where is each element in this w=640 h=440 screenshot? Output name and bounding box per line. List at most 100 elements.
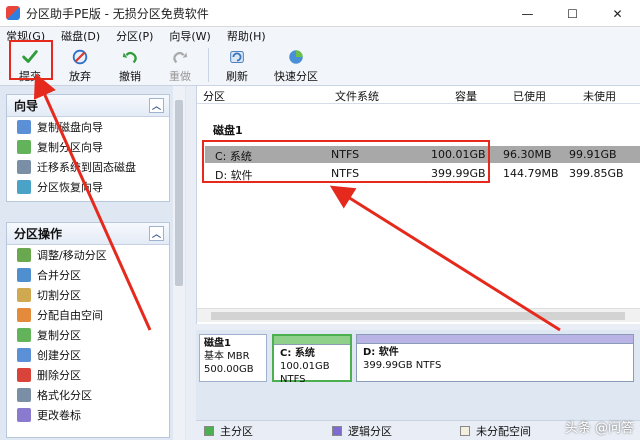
- col-partition[interactable]: 分区: [203, 88, 225, 104]
- wizard-item-label: 迁移系统到固态磁盘: [37, 161, 136, 174]
- collapse-icon[interactable]: ︿: [149, 98, 164, 113]
- legend-unallocated: 未分配空间: [452, 423, 580, 439]
- copy-disk-icon: [17, 120, 31, 134]
- close-button[interactable]: ✕: [595, 0, 640, 27]
- sidebar-scroll-thumb[interactable]: [175, 100, 183, 286]
- wizard-recover-partition[interactable]: 分区恢复向导: [7, 177, 169, 197]
- menu-disk[interactable]: 磁盘(D): [61, 28, 100, 44]
- discard-icon: [72, 49, 88, 65]
- redo-label: 重做: [169, 70, 191, 83]
- app-logo-icon: [6, 6, 20, 20]
- menu-partition[interactable]: 分区(P): [116, 28, 153, 44]
- merge-icon: [17, 268, 31, 282]
- disk-map-size: 500.00GB: [204, 364, 254, 375]
- col-free[interactable]: 未使用: [583, 88, 616, 104]
- submit-highlight-box: [9, 40, 53, 80]
- refresh-icon: [230, 51, 244, 63]
- partition-rows-highlight-box: [202, 140, 490, 183]
- partition-usage-bar: [357, 335, 633, 344]
- op-merge[interactable]: 合并分区: [7, 265, 169, 285]
- discard-label: 放弃: [69, 70, 91, 83]
- menu-wizard[interactable]: 向导(W): [169, 28, 210, 44]
- sidebar: 向导 ︿ 复制磁盘向导 复制分区向导 迁移系统到固态磁盘 分区恢复向导 分区操作…: [0, 86, 186, 440]
- partition-usage-bar: [274, 336, 350, 345]
- op-resize-move[interactable]: 调整/移动分区: [7, 245, 169, 265]
- undo-button[interactable]: 撤销: [108, 44, 152, 84]
- op-create[interactable]: 创建分区: [7, 345, 169, 365]
- refresh-button[interactable]: 刷新: [215, 44, 259, 84]
- quick-partition-icon: [289, 50, 303, 64]
- wizard-migrate-ssd[interactable]: 迁移系统到固态磁盘: [7, 157, 169, 177]
- recover-partition-icon: [17, 180, 31, 194]
- cell-free: 399.85GB: [569, 167, 624, 180]
- cell-used: 96.30MB: [503, 148, 552, 161]
- legend-logical: 逻辑分区: [324, 423, 452, 439]
- op-change-label[interactable]: 更改卷标: [7, 405, 169, 425]
- primary-swatch-icon: [204, 425, 214, 436]
- undo-icon: [122, 51, 137, 64]
- table-hscrollbar[interactable]: [197, 308, 640, 322]
- op-copy[interactable]: 复制分区: [7, 325, 169, 345]
- wizard-panel-title: 向导: [14, 99, 39, 113]
- wizard-item-label: 分区恢复向导: [37, 181, 103, 194]
- operations-panel-header[interactable]: 分区操作 ︿: [7, 223, 169, 245]
- copy-icon: [17, 328, 31, 342]
- toolbar-divider: [208, 48, 209, 82]
- partition-block-name: D: 软件: [363, 347, 399, 358]
- collapse-icon[interactable]: ︿: [149, 226, 164, 241]
- partition-block-c[interactable]: C: 系统 100.01GB NTFS: [272, 334, 352, 385]
- legend-primary: 主分区: [196, 423, 324, 439]
- redo-icon: [173, 51, 188, 64]
- sidebar-scrollbar[interactable]: [173, 86, 185, 440]
- disk-info-box[interactable]: 磁盘1 基本 MBR 500.00GB: [199, 334, 267, 382]
- cell-free: 99.91GB: [569, 148, 617, 161]
- op-format[interactable]: 格式化分区: [7, 385, 169, 405]
- title-bar: 分区助手PE版 - 无损分区免费软件 — ☐ ✕: [0, 0, 640, 27]
- format-icon: [17, 388, 31, 402]
- minimize-button[interactable]: —: [505, 0, 550, 27]
- quick-partition-button[interactable]: 快速分区: [265, 44, 327, 84]
- refresh-label: 刷新: [226, 70, 248, 83]
- op-item-label: 创建分区: [37, 349, 81, 362]
- migrate-ssd-icon: [17, 160, 31, 174]
- op-delete[interactable]: 删除分区: [7, 365, 169, 385]
- op-item-label: 格式化分区: [37, 389, 92, 402]
- operations-panel: 分区操作 ︿ 调整/移动分区 合并分区 切割分区 分配自由空间 复制分区 创建分…: [6, 222, 170, 438]
- menu-help[interactable]: 帮助(H): [227, 28, 266, 44]
- op-item-label: 删除分区: [37, 369, 81, 382]
- table-header: 分区 文件系统 容量 已使用 未使用: [197, 86, 640, 104]
- op-item-label: 复制分区: [37, 329, 81, 342]
- redo-button[interactable]: 重做: [158, 44, 202, 84]
- partition-block-d[interactable]: D: 软件 399.99GB NTFS: [356, 334, 634, 382]
- op-allocate-space[interactable]: 分配自由空间: [7, 305, 169, 325]
- wizard-item-label: 复制分区向导: [37, 141, 103, 154]
- op-item-label: 调整/移动分区: [37, 249, 107, 262]
- wizard-panel-header[interactable]: 向导 ︿: [7, 95, 169, 117]
- partition-block-detail: 100.01GB NTFS: [280, 361, 330, 385]
- menu-bar: 常规(G) 磁盘(D) 分区(P) 向导(W) 帮助(H): [0, 27, 640, 44]
- delete-icon: [17, 368, 31, 382]
- col-filesystem[interactable]: 文件系统: [335, 88, 379, 104]
- copy-partition-icon: [17, 140, 31, 154]
- wizard-copy-partition[interactable]: 复制分区向导: [7, 137, 169, 157]
- partition-block-name: C: 系统: [280, 348, 315, 359]
- col-used[interactable]: 已使用: [513, 88, 546, 104]
- operations-panel-title: 分区操作: [14, 227, 63, 241]
- partition-block-detail: 399.99GB NTFS: [363, 360, 442, 371]
- window-title: 分区助手PE版 - 无损分区免费软件: [26, 6, 209, 21]
- col-capacity[interactable]: 容量: [455, 88, 477, 104]
- maximize-button[interactable]: ☐: [550, 0, 595, 27]
- table-hscroll-thumb[interactable]: [211, 312, 625, 320]
- op-item-label: 合并分区: [37, 269, 81, 282]
- discard-button[interactable]: 放弃: [58, 44, 102, 84]
- disk-group-label: 磁盘1: [213, 124, 243, 137]
- quick-partition-label: 快速分区: [274, 70, 318, 83]
- disk-map: 磁盘1 基本 MBR 500.00GB C: 系统 100.01GB NTFS …: [196, 330, 640, 420]
- unallocated-swatch-icon: [460, 425, 470, 436]
- label-icon: [17, 408, 31, 422]
- op-split[interactable]: 切割分区: [7, 285, 169, 305]
- partition-table: 分区 文件系统 容量 已使用 未使用 磁盘1 C: 系统 NTFS 100.01…: [196, 86, 640, 324]
- logical-swatch-icon: [332, 425, 342, 436]
- op-item-label: 更改卷标: [37, 409, 81, 422]
- wizard-copy-disk[interactable]: 复制磁盘向导: [7, 117, 169, 137]
